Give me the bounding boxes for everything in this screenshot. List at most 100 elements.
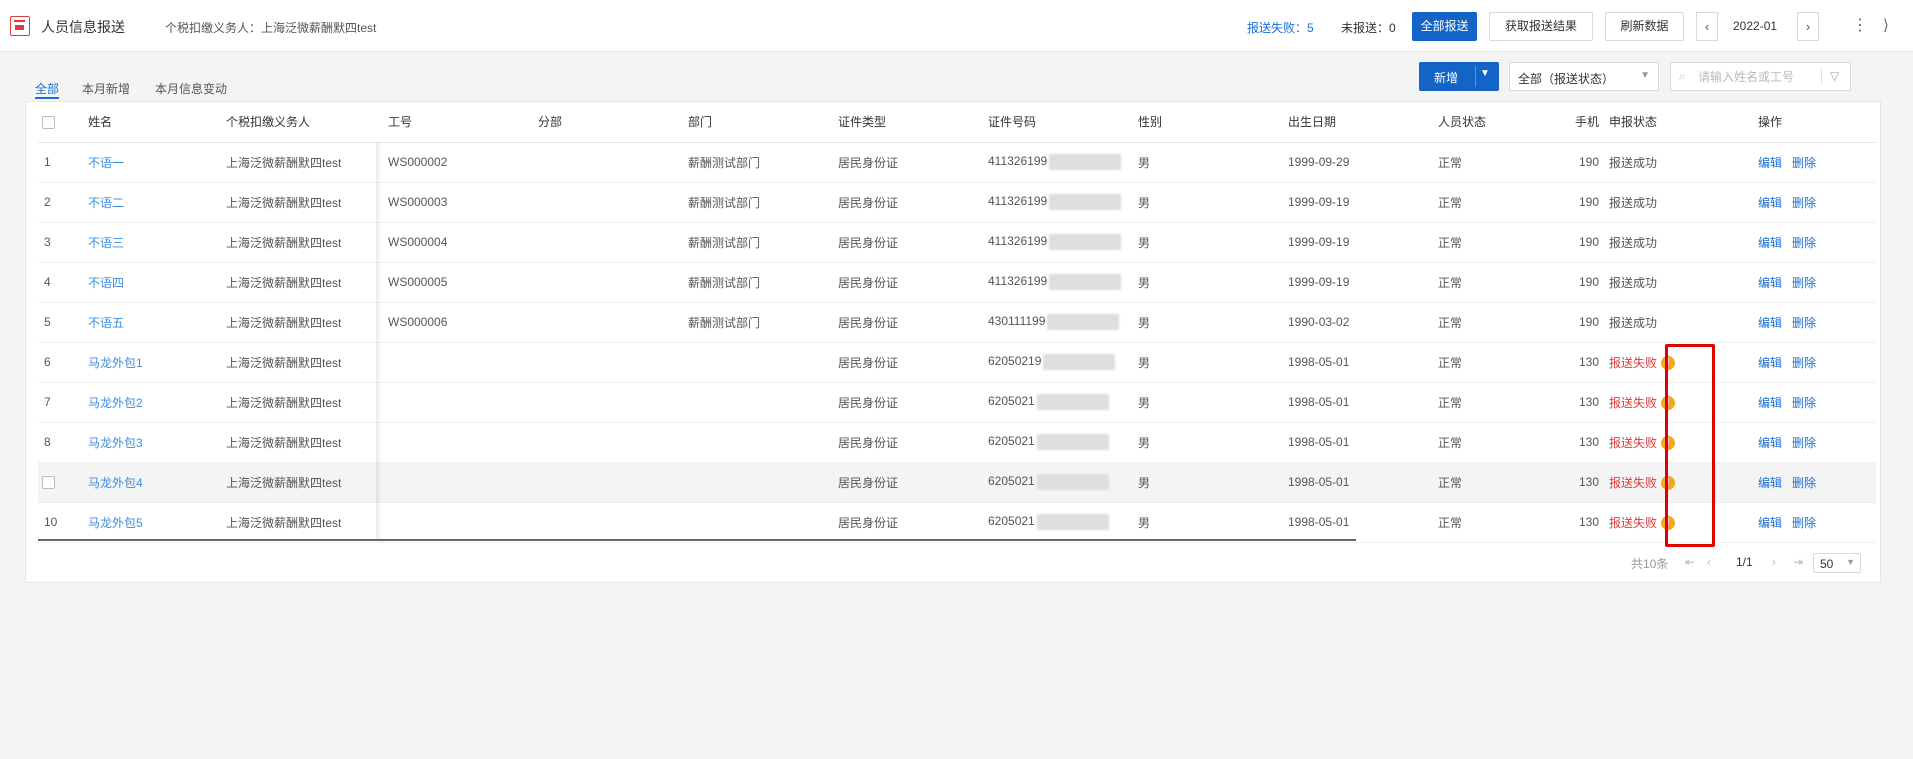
withholding-agent-label: 个税扣缴义务人：上海泛微薪酬默四test bbox=[165, 21, 377, 35]
edit-link[interactable]: 编辑 bbox=[1758, 276, 1782, 290]
warning-icon[interactable]: ! bbox=[1661, 396, 1676, 411]
search-box[interactable]: ⌕ ▽ bbox=[1670, 62, 1851, 91]
first-page-icon[interactable]: ⇤ bbox=[1685, 555, 1695, 569]
redacted-mask bbox=[1036, 474, 1109, 490]
prev-period-icon[interactable]: ‹ bbox=[1696, 12, 1718, 41]
employee-name-link[interactable]: 马龙外包5 bbox=[88, 516, 143, 530]
row-index: 1 bbox=[44, 155, 51, 169]
tab-changed-this-month[interactable]: 本月信息变动 bbox=[155, 80, 227, 97]
fetch-result-button[interactable]: 获取报送结果 bbox=[1489, 12, 1593, 41]
phone-cell: 130 bbox=[1578, 395, 1599, 409]
payer-cell: 上海泛微薪酬默四test bbox=[226, 475, 342, 490]
col-birth: 出生日期 bbox=[1276, 102, 1426, 143]
idno-cell: 430111199 bbox=[988, 314, 1046, 329]
dept-cell: 薪酬测试部门 bbox=[688, 155, 761, 170]
delete-link[interactable]: 删除 bbox=[1792, 396, 1816, 410]
delete-link[interactable]: 删除 bbox=[1792, 436, 1816, 450]
redacted-mask bbox=[1049, 234, 1122, 250]
gender-cell: 男 bbox=[1138, 235, 1151, 250]
next-page-icon[interactable]: › bbox=[1772, 555, 1776, 569]
payer-cell: 上海泛微薪酬默四test bbox=[226, 515, 342, 530]
filter-icon[interactable]: ▽ bbox=[1830, 69, 1839, 83]
employee-name-link[interactable]: 马龙外包1 bbox=[88, 356, 143, 370]
delete-link[interactable]: 删除 bbox=[1792, 276, 1816, 290]
employee-name-link[interactable]: 不语三 bbox=[88, 236, 124, 250]
delete-link[interactable]: 删除 bbox=[1792, 156, 1816, 170]
next-period-icon[interactable]: › bbox=[1797, 12, 1819, 41]
status-cell: 正常 bbox=[1438, 515, 1463, 530]
edit-link[interactable]: 编辑 bbox=[1758, 436, 1782, 450]
edit-link[interactable]: 编辑 bbox=[1758, 236, 1782, 250]
report-fail-count[interactable]: 报送失败：5 bbox=[1247, 19, 1314, 36]
warning-icon[interactable]: ! bbox=[1661, 356, 1676, 371]
edit-link[interactable]: 编辑 bbox=[1758, 356, 1782, 370]
report-status-cell: 报送失败 bbox=[1609, 475, 1658, 490]
phone-cell: 190 bbox=[1578, 275, 1599, 289]
horizontal-scrollbar[interactable] bbox=[38, 539, 1356, 541]
idtype-cell: 居民身份证 bbox=[838, 435, 899, 450]
delete-link[interactable]: 删除 bbox=[1792, 196, 1816, 210]
employee-name-link[interactable]: 不语四 bbox=[88, 276, 124, 290]
delete-link[interactable]: 删除 bbox=[1792, 356, 1816, 370]
col-phone: 手机 bbox=[1563, 102, 1603, 143]
idno-cell: 411326199 bbox=[988, 274, 1048, 289]
payer-cell: 上海泛微薪酬默四test bbox=[226, 315, 342, 330]
employee-name-link[interactable]: 马龙外包2 bbox=[88, 396, 143, 410]
warning-icon[interactable]: ! bbox=[1661, 476, 1676, 491]
status-cell: 正常 bbox=[1438, 155, 1463, 170]
col-dept: 部门 bbox=[676, 102, 826, 143]
delete-link[interactable]: 删除 bbox=[1792, 316, 1816, 330]
chevron-down-icon[interactable]: ▼ bbox=[1480, 68, 1490, 79]
refresh-button[interactable]: 刷新数据 bbox=[1605, 12, 1684, 41]
row-checkbox[interactable] bbox=[42, 476, 55, 490]
empno-cell: WS000003 bbox=[388, 195, 448, 209]
redacted-mask bbox=[1036, 434, 1109, 450]
table-row: 7 马龙外包2 上海泛微薪酬默四test 居民身份证 6205021 男 1998-05-0… bbox=[38, 382, 1876, 423]
col-branch: 分部 bbox=[526, 102, 676, 143]
delete-link[interactable]: 删除 bbox=[1792, 476, 1816, 490]
delete-link[interactable]: 删除 bbox=[1792, 516, 1816, 530]
report-status-select[interactable]: 全部（报送状态） ▼ bbox=[1509, 62, 1659, 91]
last-page-icon[interactable]: ⇥ bbox=[1793, 555, 1803, 569]
tab-all[interactable]: 全部 bbox=[35, 80, 60, 99]
gender-cell: 男 bbox=[1138, 275, 1151, 290]
app-logo-icon bbox=[10, 16, 30, 36]
employee-name-link[interactable]: 马龙外包3 bbox=[88, 436, 143, 450]
more-menu-icon[interactable]: ⋮ bbox=[1852, 15, 1868, 35]
edit-link[interactable]: 编辑 bbox=[1758, 476, 1782, 490]
idtype-cell: 居民身份证 bbox=[838, 515, 899, 530]
idtype-cell: 居民身份证 bbox=[838, 195, 899, 210]
select-all-checkbox[interactable] bbox=[38, 102, 76, 143]
edit-link[interactable]: 编辑 bbox=[1758, 316, 1782, 330]
add-button-label: 新增 bbox=[1434, 71, 1459, 85]
page-size-select[interactable]: 50 ▼ bbox=[1813, 553, 1861, 573]
status-cell: 正常 bbox=[1438, 395, 1463, 410]
redacted-mask bbox=[1036, 394, 1109, 410]
delete-link[interactable]: 删除 bbox=[1792, 236, 1816, 250]
prev-page-icon[interactable]: ‹ bbox=[1707, 555, 1711, 569]
report-status-value: 全部（报送状态） bbox=[1518, 72, 1615, 86]
phone-cell: 130 bbox=[1578, 355, 1599, 369]
employee-name-link[interactable]: 马龙外包4 bbox=[88, 476, 143, 490]
table-row: 10 马龙外包5 上海泛微薪酬默四test 居民身份证 6205021 男 1998-05-… bbox=[38, 502, 1876, 543]
employee-name-link[interactable]: 不语二 bbox=[88, 196, 124, 210]
collapse-icon[interactable]: ⟩ bbox=[1883, 16, 1889, 34]
edit-link[interactable]: 编辑 bbox=[1758, 156, 1782, 170]
phone-cell: 190 bbox=[1578, 155, 1599, 169]
tab-new-this-month[interactable]: 本月新增 bbox=[82, 80, 130, 97]
warning-icon[interactable]: ! bbox=[1661, 516, 1676, 531]
add-button[interactable]: 新增 ▼ bbox=[1419, 62, 1499, 91]
report-status-cell: 报送成功 bbox=[1609, 155, 1658, 170]
edit-link[interactable]: 编辑 bbox=[1758, 516, 1782, 530]
edit-link[interactable]: 编辑 bbox=[1758, 196, 1782, 210]
employee-table: 姓名 个税扣缴义务人 工号 分部 部门 证件类型 证件号码 性别 出生日期 人员… bbox=[38, 102, 1876, 543]
payer-cell: 上海泛微薪酬默四test bbox=[226, 435, 342, 450]
warning-icon[interactable]: ! bbox=[1661, 436, 1676, 451]
employee-name-link[interactable]: 不语五 bbox=[88, 316, 124, 330]
birth-cell: 1999-09-19 bbox=[1288, 235, 1350, 249]
edit-link[interactable]: 编辑 bbox=[1758, 396, 1782, 410]
employee-name-link[interactable]: 不语一 bbox=[88, 156, 124, 170]
submit-all-button[interactable]: 全部报送 bbox=[1412, 12, 1477, 41]
page-indicator: 1/1 bbox=[1736, 555, 1753, 569]
search-input[interactable] bbox=[1698, 68, 1828, 86]
